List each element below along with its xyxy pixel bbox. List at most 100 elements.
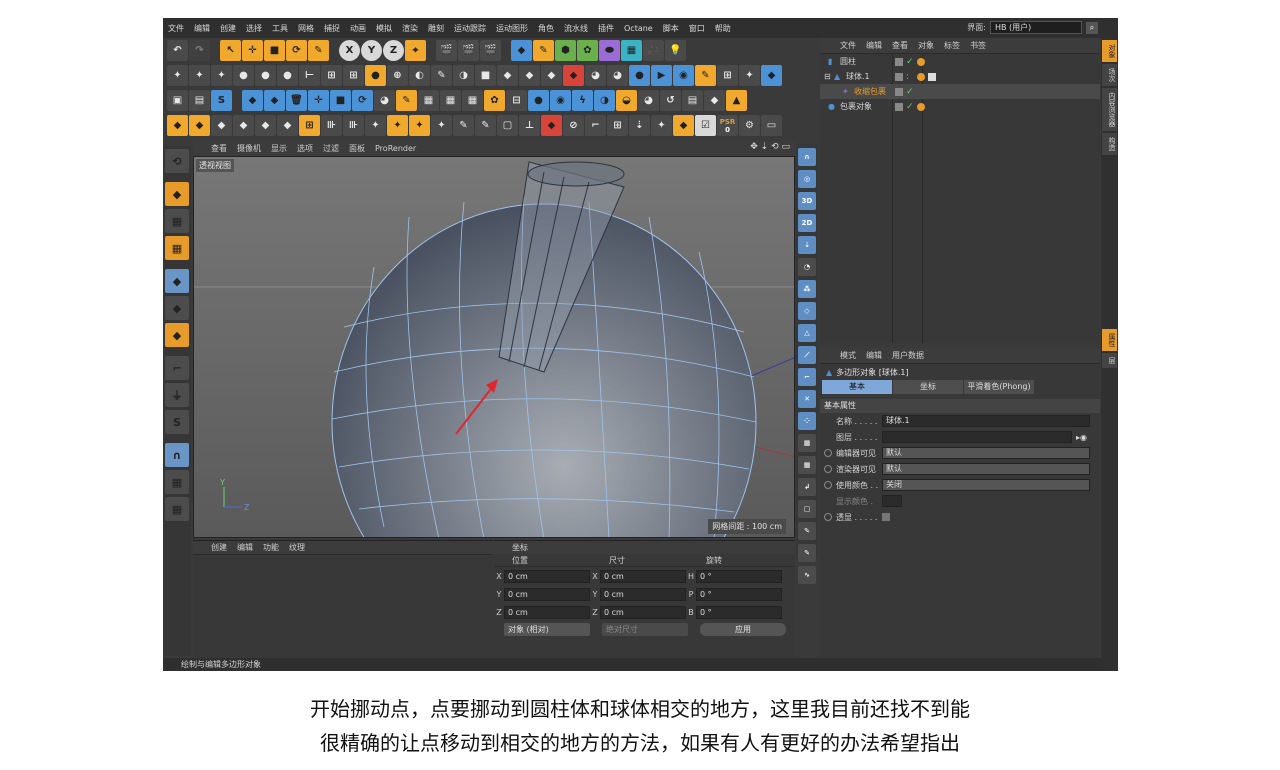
tool-m-icon[interactable]: ✎ <box>431 65 452 86</box>
animate-radio-icon[interactable] <box>824 481 832 489</box>
tool-bq-icon[interactable]: ✎ <box>475 115 496 136</box>
tool-z-icon[interactable]: ⊞ <box>717 65 738 86</box>
snap-axis-icon[interactable]: ⟋ <box>798 346 816 364</box>
editor-visible-dropdown[interactable]: 默认 <box>882 447 1090 459</box>
size-mode-dropdown[interactable]: 绝对尺寸 <box>602 623 688 636</box>
animate-radio-icon[interactable] <box>824 465 832 473</box>
tool-as-icon[interactable]: ● <box>528 90 549 111</box>
tool-bg-icon[interactable]: ◆ <box>255 115 276 136</box>
menu-plugins[interactable]: 插件 <box>598 23 614 34</box>
grid-icon[interactable]: ⊞ <box>607 115 628 136</box>
tool-bn-icon[interactable]: ✦ <box>409 115 430 136</box>
object-row-cylinder[interactable]: ▮ 圆柱 ✓ <box>820 54 1100 69</box>
tool-ao-icon[interactable]: ▦ <box>440 90 461 111</box>
tool-br-icon[interactable]: ▢ <box>497 115 518 136</box>
tab-phong[interactable]: 平滑着色(Phong) <box>964 380 1034 394</box>
menu-select[interactable]: 选择 <box>246 23 262 34</box>
snap-link-icon[interactable]: ∿ <box>798 566 816 584</box>
menu-script[interactable]: 脚本 <box>663 23 679 34</box>
object-menu-edit[interactable]: 编辑 <box>866 40 882 51</box>
object-menu-tags[interactable]: 标签 <box>944 40 960 51</box>
tool-ag-icon[interactable]: ◆ <box>264 90 285 111</box>
magnet-icon[interactable]: ∩ <box>798 148 816 166</box>
object-row-shrinkwrap[interactable]: ✦ 收缩包裹 ✓ <box>820 84 1100 99</box>
perspective-viewport[interactable]: Y Z 透视视图 网格间距 : 100 cm <box>193 156 795 538</box>
tool-ah-icon[interactable]: 🗑 <box>286 90 307 111</box>
tool-k-icon[interactable]: ⊕ <box>387 65 408 86</box>
tool-ac-icon[interactable]: ▣ <box>167 90 188 111</box>
render-picture-viewer-icon[interactable]: 🎬 <box>458 40 479 61</box>
tool-j-icon[interactable]: ● <box>365 65 386 86</box>
tool-bd-icon[interactable]: ◆ <box>189 115 210 136</box>
viewport-menu-display[interactable]: 显示 <box>271 143 287 154</box>
tool-al-icon[interactable]: ◕ <box>374 90 395 111</box>
menu-edit[interactable]: 编辑 <box>194 23 210 34</box>
texture-mode-icon[interactable]: ▦ <box>165 209 189 233</box>
pen-icon[interactable]: ✎ <box>533 40 554 61</box>
layer-field[interactable] <box>882 431 1072 443</box>
camera-icon[interactable]: 🎥 <box>643 40 664 61</box>
snap-polygon-icon[interactable]: ◇ <box>798 302 816 320</box>
planar-workplane-icon[interactable]: ▦ <box>165 497 189 521</box>
menu-animate[interactable]: 动画 <box>350 23 366 34</box>
tool-aq-icon[interactable]: ✿ <box>484 90 505 111</box>
object-menu-bookmarks[interactable]: 书签 <box>970 40 986 51</box>
tool-bx-icon[interactable]: ✦ <box>651 115 672 136</box>
attribute-menu-edit[interactable]: 编辑 <box>866 350 882 361</box>
polygons-mode-icon[interactable]: ◆ <box>165 323 189 347</box>
tool-l-icon[interactable]: ◐ <box>409 65 430 86</box>
display-color-swatch[interactable] <box>882 495 902 507</box>
object-row-sphere[interactable]: ⊟ ▲ 球体.1 : <box>820 69 1100 84</box>
check-icon[interactable]: ✓ <box>906 87 914 96</box>
tag-icon[interactable] <box>917 72 925 81</box>
snap-vertex-icon[interactable]: ⇣ <box>798 236 816 254</box>
object-menu-file[interactable]: 文件 <box>840 40 856 51</box>
snap-3d-icon[interactable]: 3D <box>798 192 816 210</box>
attribute-menu-userdata[interactable]: 用户数据 <box>892 350 924 361</box>
tool-av-icon[interactable]: ◑ <box>594 90 615 111</box>
tab-content-browser[interactable]: 内容浏览器 <box>1102 88 1117 131</box>
render-settings-icon[interactable]: 🎬 <box>480 40 501 61</box>
snap-perp-icon[interactable]: ▦ <box>798 456 816 474</box>
tool-an-icon[interactable]: ▦ <box>418 90 439 111</box>
viewport-menu-prorender[interactable]: ProRender <box>375 144 416 153</box>
tool-ab-icon[interactable]: ◆ <box>761 65 782 86</box>
tool-o-icon[interactable]: ■ <box>475 65 496 86</box>
tool-t-icon[interactable]: ◕ <box>585 65 606 86</box>
undo-icon[interactable]: ↶ <box>167 40 188 61</box>
tweak-mode-icon[interactable]: ⏚ <box>165 383 189 407</box>
tool-bw-icon[interactable]: ⇣ <box>629 115 650 136</box>
tool-h-icon[interactable]: ⊞ <box>321 65 342 86</box>
tool-c-icon[interactable]: ✦ <box>211 65 232 86</box>
snap-extra-icon[interactable]: ▢ <box>798 500 816 518</box>
object-menu-objects[interactable]: 对象 <box>918 40 934 51</box>
animate-radio-icon[interactable] <box>824 513 832 521</box>
animate-radio-icon[interactable] <box>824 449 832 457</box>
coordinate-system-icon[interactable]: ⌖ <box>405 40 426 61</box>
snap-settings-icon[interactable]: ◎ <box>798 170 816 188</box>
tool-be-icon[interactable]: ◆ <box>211 115 232 136</box>
axis-mode-icon[interactable]: ⌐ <box>165 356 189 380</box>
tool-bz-icon[interactable]: ☑ <box>695 115 716 136</box>
rotation-h-field[interactable]: 0 ° <box>696 570 782 583</box>
tool-bc-icon[interactable]: ◆ <box>167 115 188 136</box>
position-x-field[interactable]: 0 cm <box>504 570 590 583</box>
use-color-dropdown[interactable]: 关闭 <box>882 479 1090 491</box>
material-menu-function[interactable]: 功能 <box>263 542 279 553</box>
attribute-menu-mode[interactable]: 模式 <box>840 350 856 361</box>
tool-af-icon[interactable]: ◆ <box>242 90 263 111</box>
viewport-menu-options[interactable]: 选项 <box>297 143 313 154</box>
psr-icon[interactable]: PSR 0 <box>717 115 738 136</box>
tool-aa-icon[interactable]: ✦ <box>739 65 760 86</box>
tool-au-icon[interactable]: ϟ <box>572 90 593 111</box>
tool-bs-icon[interactable]: ⊥ <box>519 115 540 136</box>
tool-d-icon[interactable]: ● <box>233 65 254 86</box>
snap-brush-icon[interactable]: ✎ <box>798 544 816 562</box>
snap-midpoint-icon[interactable]: ✕ <box>798 390 816 408</box>
size-y-field[interactable]: 0 cm <box>600 588 686 601</box>
tool-bp-icon[interactable]: ✎ <box>453 115 474 136</box>
xray-checkbox[interactable] <box>882 513 890 521</box>
menu-window[interactable]: 窗口 <box>689 23 705 34</box>
menu-character[interactable]: 角色 <box>538 23 554 34</box>
magnet-snap-icon[interactable]: ∩ <box>165 443 189 467</box>
